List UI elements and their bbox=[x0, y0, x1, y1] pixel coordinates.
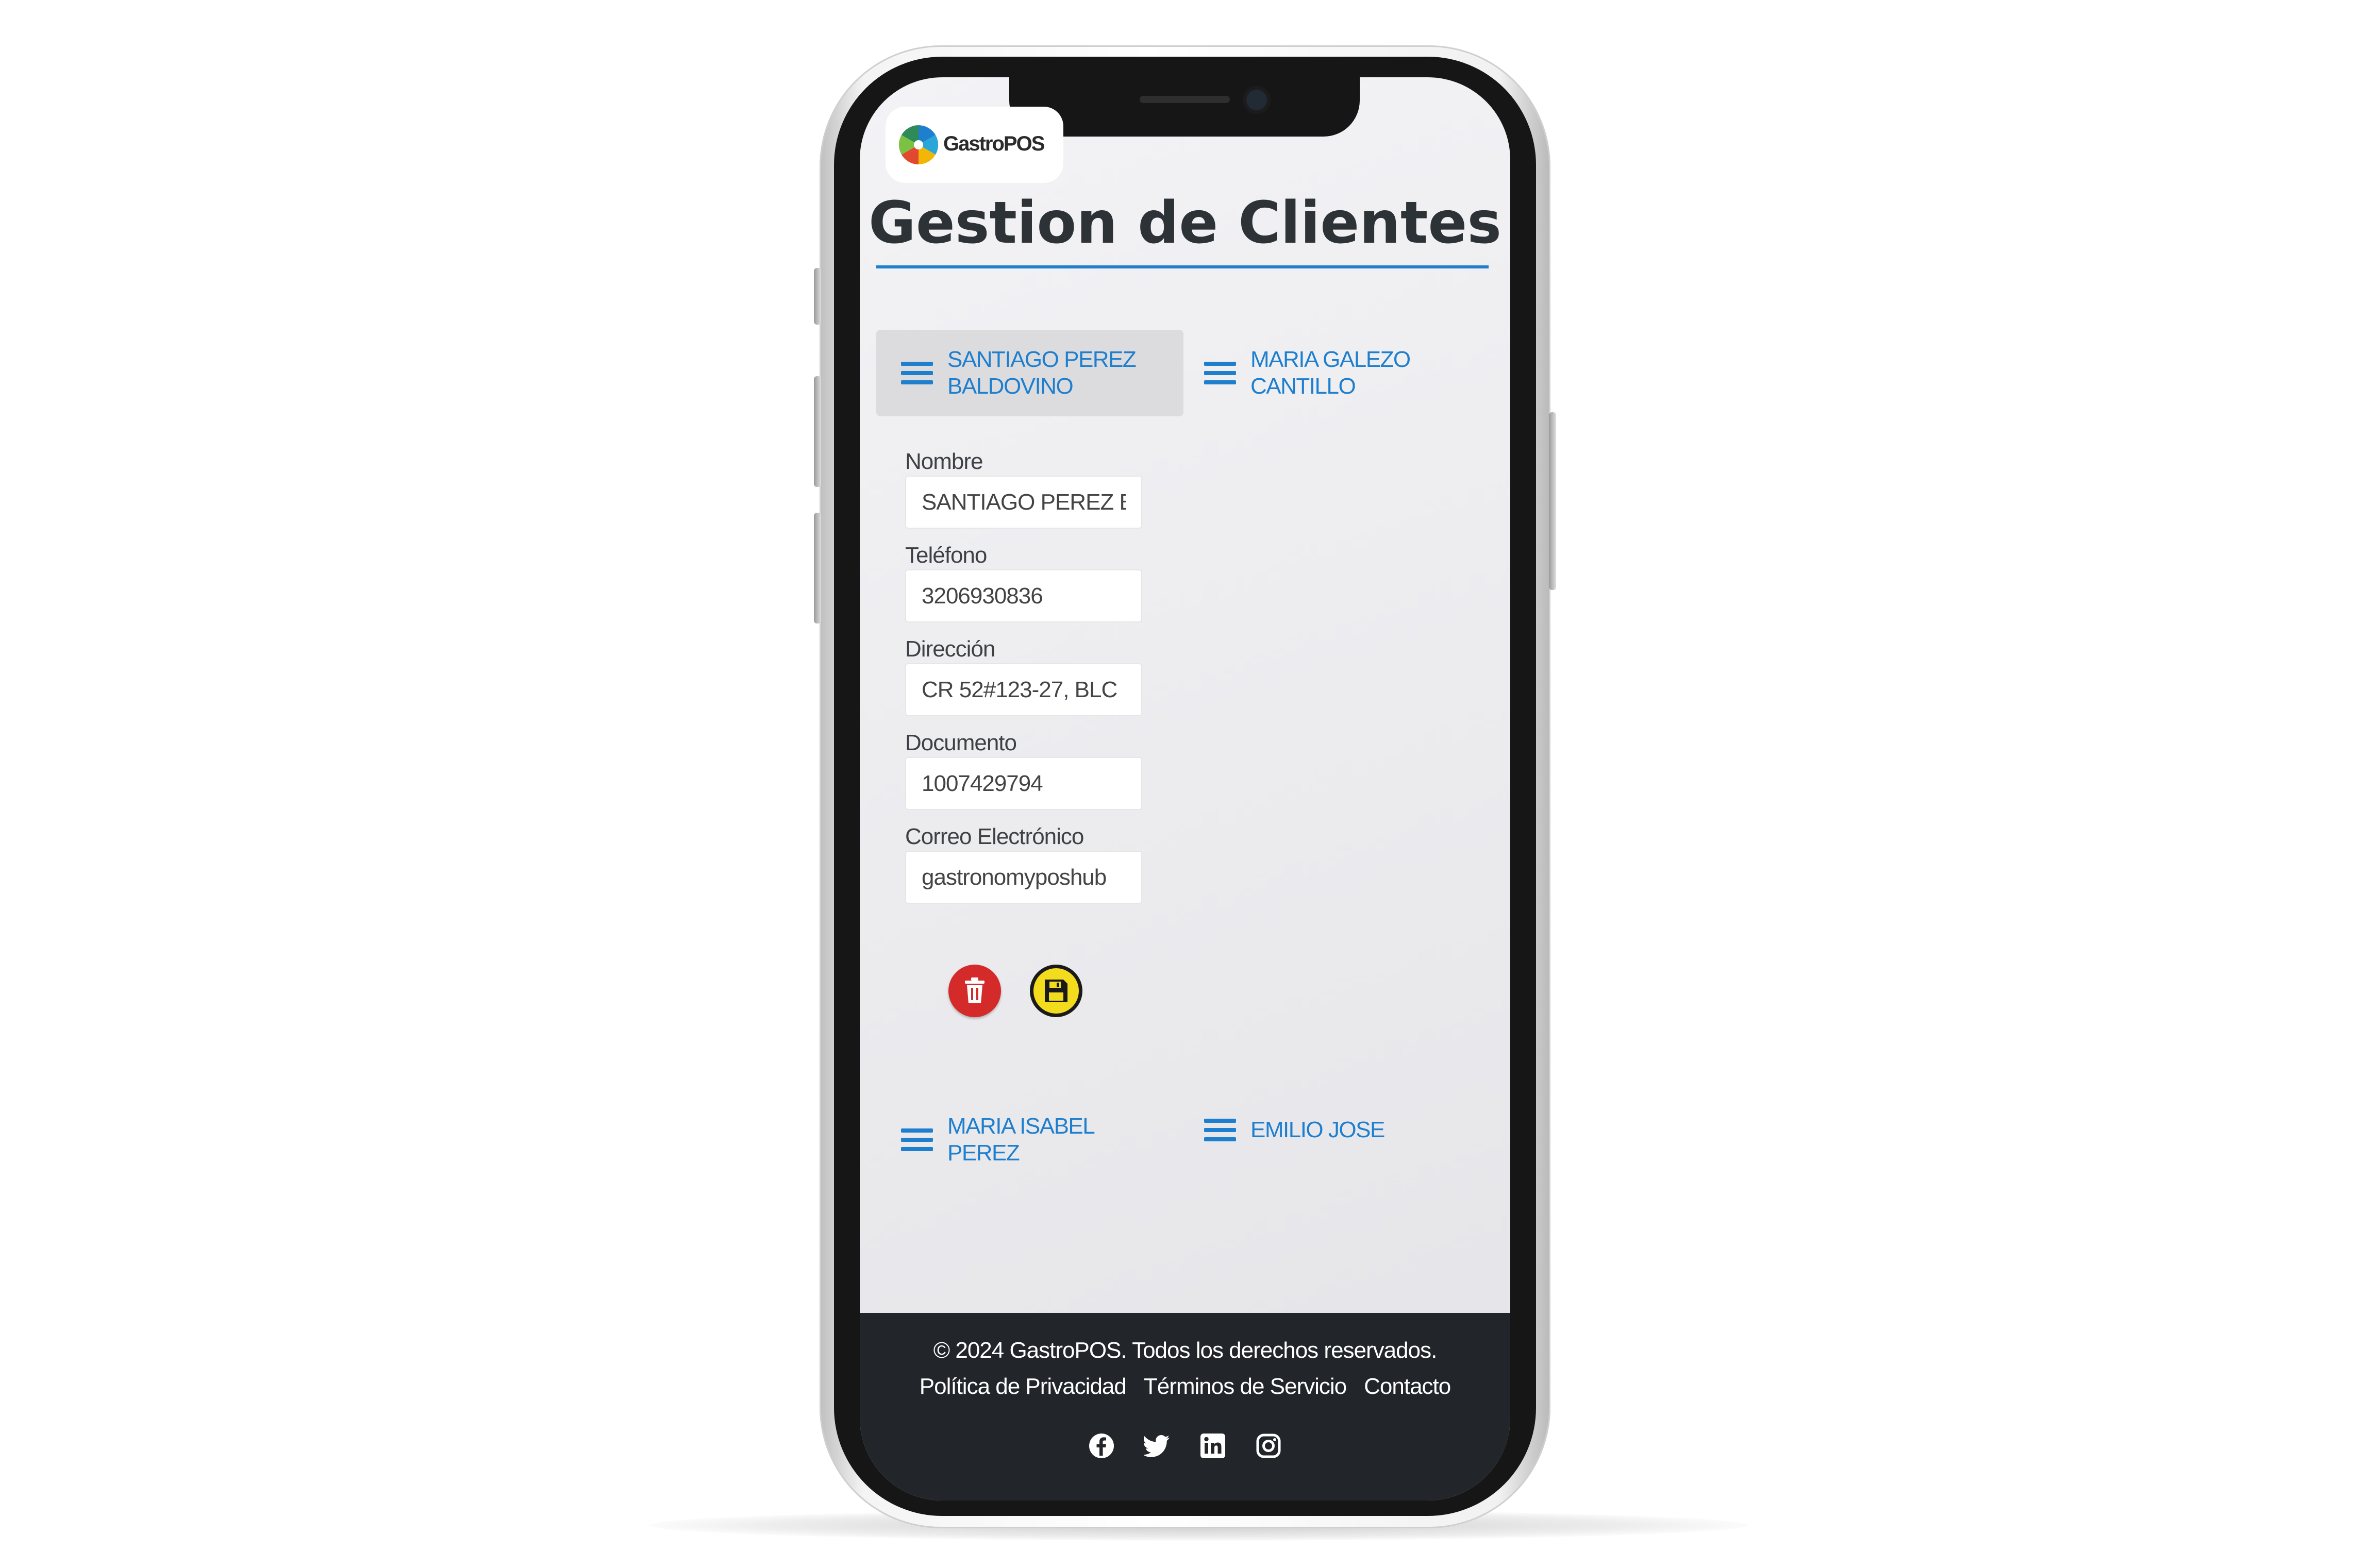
menu-icon bbox=[901, 362, 933, 384]
copyright-text: © 2024 GastroPOS. Todos los derechos res… bbox=[933, 1338, 1438, 1363]
speaker-grille bbox=[1140, 96, 1230, 103]
telefono-label: Teléfono bbox=[905, 543, 987, 568]
page-footer: © 2024 GastroPOS. Todos los derechos res… bbox=[860, 1313, 1510, 1500]
client-tab-emilio-jose[interactable]: EMILIO JOSE bbox=[1197, 1097, 1486, 1164]
client-tab-santiago-perez-baldovino[interactable]: SANTIAGO PEREZ BALDOVINO bbox=[876, 330, 1183, 416]
instagram-icon[interactable] bbox=[1255, 1432, 1282, 1459]
correo-input[interactable] bbox=[905, 851, 1142, 904]
title-divider bbox=[876, 265, 1489, 268]
trash-icon bbox=[965, 977, 984, 1003]
client-tab-maria-galezo-cantillo[interactable]: MARIA GALEZO CANTILLO bbox=[1197, 330, 1486, 416]
social-links bbox=[860, 1432, 1510, 1459]
contact-link[interactable]: Contacto bbox=[1364, 1374, 1451, 1400]
phone-power-button bbox=[1549, 412, 1556, 590]
linkedin-icon[interactable] bbox=[1199, 1432, 1226, 1459]
delete-client-button[interactable] bbox=[948, 965, 1001, 1017]
menu-icon bbox=[1204, 1119, 1236, 1141]
direccion-label: Dirección bbox=[905, 636, 995, 662]
telefono-input[interactable] bbox=[905, 569, 1142, 622]
nombre-label: Nombre bbox=[905, 449, 983, 474]
floppy-disk-icon bbox=[1045, 980, 1067, 1002]
documento-input[interactable] bbox=[905, 757, 1142, 810]
facebook-icon[interactable] bbox=[1088, 1432, 1115, 1459]
page-title: Gestion de Clientes bbox=[868, 190, 1502, 257]
client-edit-form: Nombre Teléfono Dirección Documento Corr… bbox=[905, 447, 1142, 916]
direccion-input[interactable] bbox=[905, 663, 1142, 716]
phone-volume-down bbox=[814, 513, 821, 623]
terms-of-service-link[interactable]: Términos de Servicio bbox=[1144, 1374, 1347, 1400]
save-client-button[interactable] bbox=[1030, 965, 1082, 1017]
client-tab-maria-isabel-perez[interactable]: MARIA ISABEL PEREZ bbox=[876, 1097, 1183, 1183]
front-camera bbox=[1246, 90, 1267, 110]
footer-links: Política de Privacidad Términos de Servi… bbox=[860, 1374, 1510, 1400]
phone-screen: GastroPOS Gestion de Clientes SANTIAGO P… bbox=[860, 77, 1510, 1500]
client-name: MARIA GALEZO CANTILLO bbox=[1250, 347, 1411, 399]
client-name: EMILIO JOSE bbox=[1250, 1117, 1385, 1142]
menu-icon bbox=[901, 1128, 933, 1151]
twitter-icon[interactable] bbox=[1144, 1432, 1171, 1459]
client-name: SANTIAGO PEREZ BALDOVINO bbox=[947, 347, 1137, 399]
privacy-policy-link[interactable]: Política de Privacidad bbox=[920, 1374, 1127, 1400]
client-name: MARIA ISABEL PEREZ bbox=[947, 1114, 1094, 1166]
nombre-input[interactable] bbox=[905, 476, 1142, 529]
app-logo[interactable]: GastroPOS bbox=[886, 107, 1063, 183]
menu-icon bbox=[1204, 362, 1236, 384]
phone-volume-up bbox=[814, 376, 821, 487]
documento-label: Documento bbox=[905, 730, 1017, 755]
logo-pinwheel-icon bbox=[898, 124, 939, 165]
logo-text: GastroPOS bbox=[943, 132, 1045, 155]
phone-mute-switch bbox=[814, 268, 821, 325]
correo-label: Correo Electrónico bbox=[905, 824, 1084, 849]
